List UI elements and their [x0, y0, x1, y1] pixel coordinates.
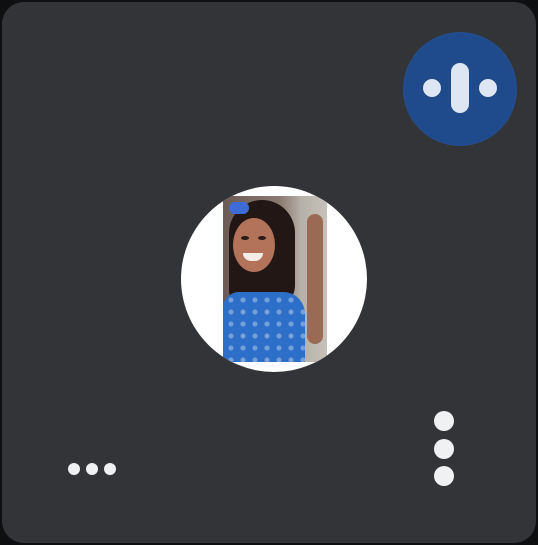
more-horizontal-icon[interactable] [68, 463, 120, 477]
participant-tile [2, 2, 536, 543]
avatar-photo-eye-right [258, 236, 266, 240]
avatar-photo-bow [229, 202, 249, 214]
avatar-photo-dress [223, 292, 305, 362]
audio-level-bar [451, 63, 469, 113]
more-vertical-dot [434, 439, 454, 459]
avatar-photo [223, 196, 327, 362]
avatar-photo-arm [307, 214, 323, 344]
audio-level-dot-left [423, 79, 441, 97]
more-vertical-dot [434, 411, 454, 431]
avatar-photo-face [233, 218, 275, 272]
more-horizontal-dot [86, 463, 98, 475]
more-vertical-dot [434, 466, 454, 486]
participant-avatar [181, 186, 367, 372]
avatar-photo-eye-left [241, 236, 249, 240]
more-vertical-icon[interactable] [434, 411, 460, 489]
audio-level-dot-right [479, 79, 497, 97]
audio-level-icon [403, 32, 517, 146]
more-horizontal-dot [104, 463, 116, 475]
more-horizontal-dot [68, 463, 80, 475]
